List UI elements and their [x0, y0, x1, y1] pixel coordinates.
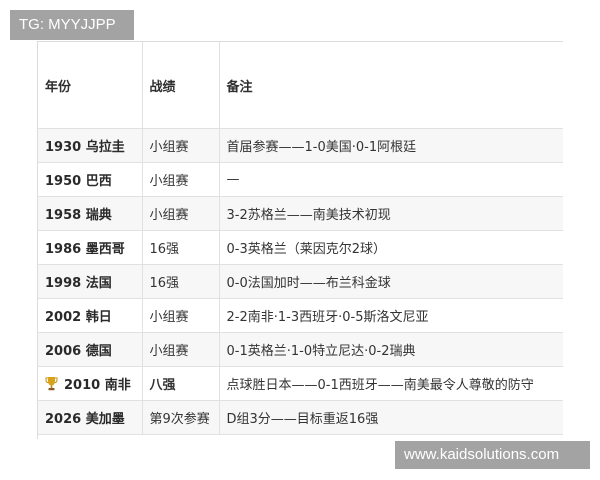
- watermark-top-label: TG: MYYJJPP: [10, 10, 134, 40]
- result-cell: 16强: [142, 230, 220, 265]
- year-cell: 2026 美加墨: [38, 400, 143, 435]
- year-cell: 1930 乌拉圭: [38, 128, 143, 163]
- result-cell: 16强: [142, 264, 220, 299]
- table-row: 2002 韩日 小组赛 2-2南非·1-3西班牙·0-5斯洛文尼亚: [38, 298, 563, 333]
- year-label: 2010 南非: [64, 378, 131, 393]
- world-cup-record-table: 年份 战绩 备注 1930 乌拉圭 小组赛 首届参赛——1-0美国·0-1阿根廷…: [37, 41, 563, 439]
- table-row: 2026 美加墨 第9次参赛 D组3分——目标重返16强: [38, 400, 563, 435]
- table-row: 1950 巴西 小组赛 —: [38, 162, 563, 197]
- result-cell: 小组赛: [142, 298, 220, 333]
- year-cell: 1986 墨西哥: [38, 230, 143, 265]
- table-row: 1986 墨西哥 16强 0-3英格兰（莱因克尔2球）: [38, 230, 563, 265]
- year-cell: 2006 德国: [38, 332, 143, 367]
- year-cell: 1958 瑞典: [38, 196, 143, 231]
- note-cell: —: [219, 162, 563, 197]
- note-cell: D组3分——目标重返16强: [219, 400, 563, 435]
- result-cell: 第9次参赛: [142, 400, 220, 435]
- table-row: 1998 法国 16强 0-0法国加时——布兰科金球: [38, 264, 563, 299]
- table-row: 1958 瑞典 小组赛 3-2苏格兰——南美技术初现: [38, 196, 563, 231]
- result-cell: 小组赛: [142, 196, 220, 231]
- table-header-row: 年份 战绩 备注: [38, 42, 563, 129]
- result-cell: 八强: [142, 366, 220, 401]
- year-cell: 2010 南非: [38, 366, 143, 401]
- note-cell: 2-2南非·1-3西班牙·0-5斯洛文尼亚: [219, 298, 563, 333]
- note-cell: 点球胜日本——0-1西班牙——南美最令人尊敬的防守: [219, 366, 563, 401]
- note-cell: 0-0法国加时——布兰科金球: [219, 264, 563, 299]
- result-cell: 小组赛: [142, 128, 220, 163]
- note-cell: 3-2苏格兰——南美技术初现: [219, 196, 563, 231]
- header-result: 战绩: [142, 42, 220, 129]
- trophy-icon: [45, 377, 58, 391]
- table-row: 1930 乌拉圭 小组赛 首届参赛——1-0美国·0-1阿根廷: [38, 128, 563, 163]
- table-row-highlight: 2010 南非 八强 点球胜日本——0-1西班牙——南美最令人尊敬的防守: [38, 366, 563, 401]
- header-year: 年份: [38, 42, 143, 129]
- result-cell: 小组赛: [142, 162, 220, 197]
- header-note: 备注: [219, 42, 563, 129]
- note-cell: 0-3英格兰（莱因克尔2球）: [219, 230, 563, 265]
- record-table: 年份 战绩 备注 1930 乌拉圭 小组赛 首届参赛——1-0美国·0-1阿根廷…: [38, 42, 563, 435]
- result-cell: 小组赛: [142, 332, 220, 367]
- year-cell: 2002 韩日: [38, 298, 143, 333]
- year-cell: 1998 法国: [38, 264, 143, 299]
- watermark-bottom-label: www.kaidsolutions.com: [395, 441, 590, 469]
- year-cell: 1950 巴西: [38, 162, 143, 197]
- table-row: 2006 德国 小组赛 0-1英格兰·1-0特立尼达·0-2瑞典: [38, 332, 563, 367]
- note-cell: 0-1英格兰·1-0特立尼达·0-2瑞典: [219, 332, 563, 367]
- note-cell: 首届参赛——1-0美国·0-1阿根廷: [219, 128, 563, 163]
